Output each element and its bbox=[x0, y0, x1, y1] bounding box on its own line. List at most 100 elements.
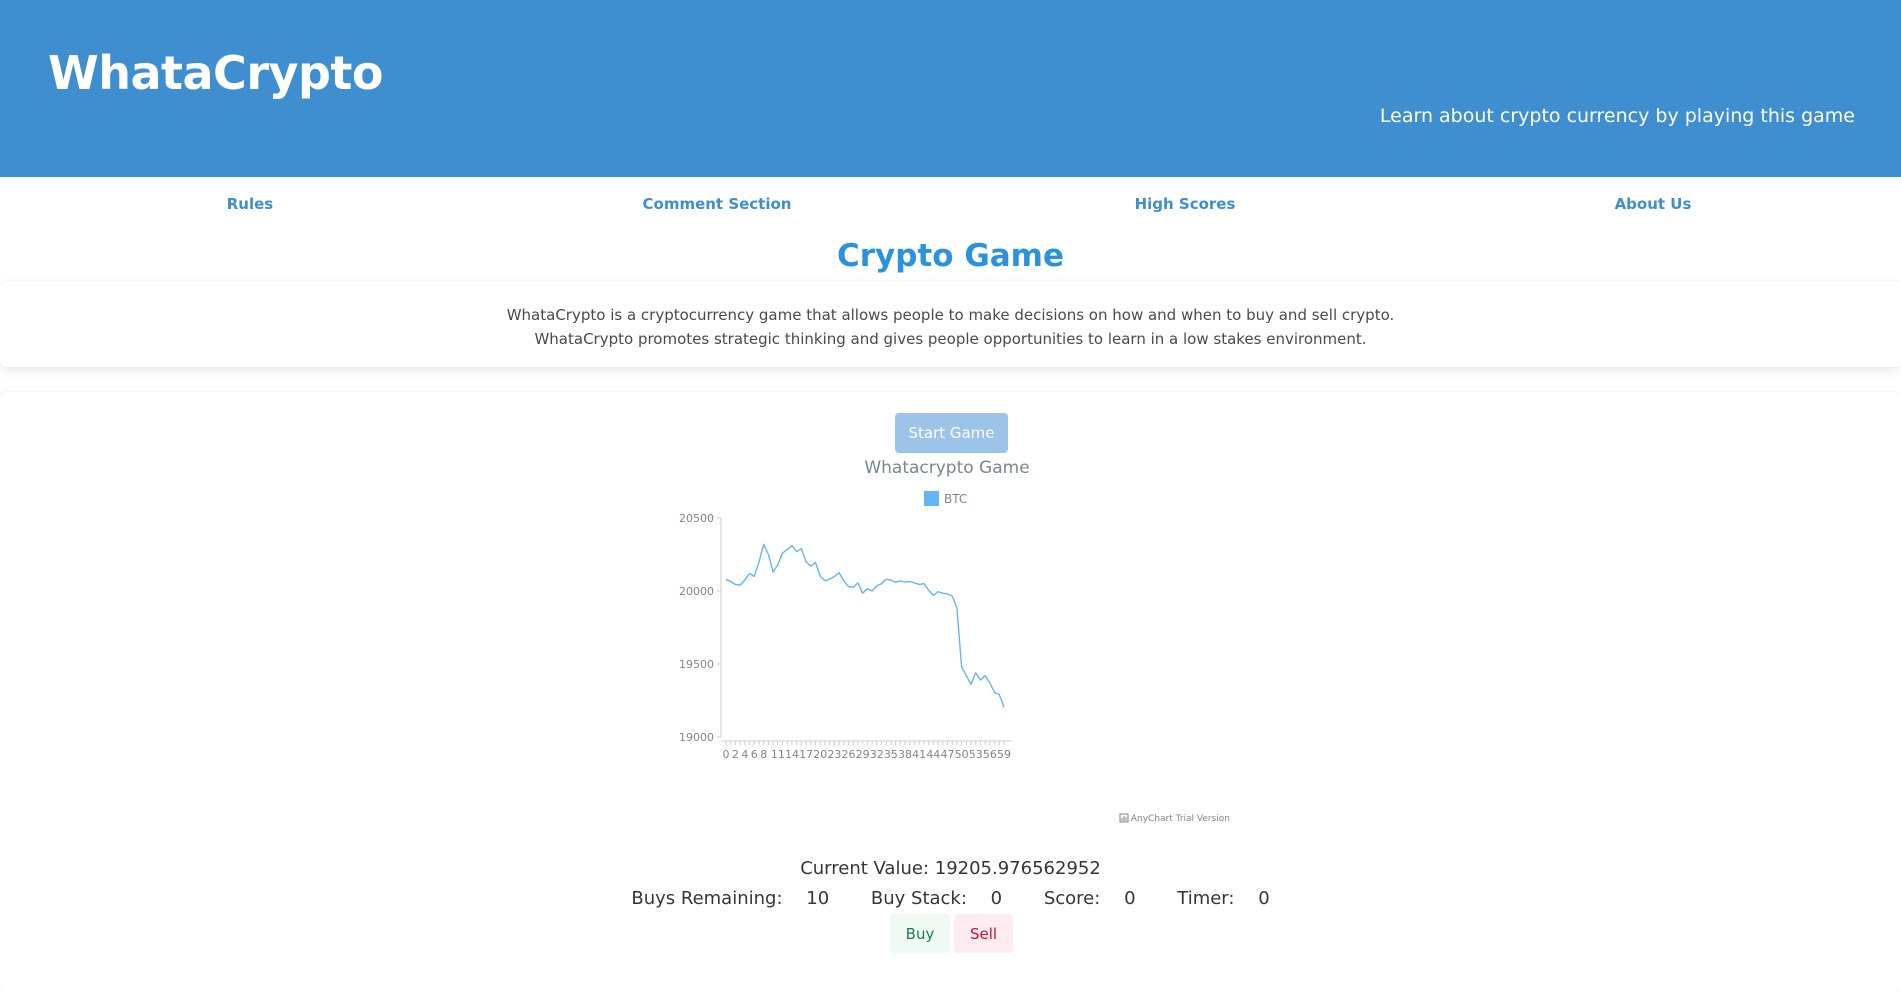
data-point bbox=[777, 564, 779, 566]
nav-link-high-scores[interactable]: High Scores bbox=[1035, 195, 1335, 213]
buy-stack-label: Buy Stack: bbox=[870, 888, 967, 909]
data-point bbox=[975, 672, 977, 674]
data-point bbox=[994, 692, 996, 694]
data-point bbox=[895, 581, 897, 583]
data-point bbox=[900, 580, 902, 582]
nav-link-rules[interactable]: Rules bbox=[100, 195, 400, 213]
series-line-btc bbox=[725, 543, 1005, 708]
data-point bbox=[989, 682, 991, 684]
sell-button[interactable]: Sell bbox=[954, 914, 1013, 953]
timer-label: Timer: bbox=[1177, 888, 1235, 909]
chart-title: Whatacrypto Game bbox=[864, 458, 1029, 478]
site-header: WhataCrypto Learn about crypto currency … bbox=[0, 0, 1901, 177]
legend-label-btc: BTC bbox=[944, 492, 967, 506]
data-point bbox=[753, 576, 755, 578]
timer-stat: Timer: 0 bbox=[1168, 888, 1278, 909]
x-tick-label: 56 bbox=[983, 748, 997, 761]
data-point bbox=[749, 573, 751, 575]
x-tick-label: 32 bbox=[870, 748, 884, 761]
data-point bbox=[998, 694, 1000, 696]
buy-stack-stat: Buy Stack: 0 bbox=[862, 888, 1011, 909]
data-point bbox=[914, 582, 916, 584]
data-point bbox=[918, 584, 920, 586]
data-point bbox=[984, 675, 986, 677]
data-point bbox=[923, 583, 925, 585]
data-point bbox=[796, 551, 798, 553]
data-point bbox=[980, 679, 982, 681]
buys-remaining-stat: Buys Remaining: 10 bbox=[622, 888, 838, 909]
data-point bbox=[838, 572, 840, 574]
anychart-logo-icon bbox=[1119, 813, 1129, 823]
y-tick-label: 20500 bbox=[679, 512, 714, 525]
x-tick-label: 29 bbox=[856, 748, 870, 761]
x-tick-label: 47 bbox=[940, 748, 954, 761]
data-point bbox=[772, 571, 774, 573]
data-point bbox=[739, 584, 741, 586]
price-chart: Whatacrypto Game BTC 1900019500200002050… bbox=[679, 458, 1230, 824]
x-tick-label: 4 bbox=[741, 748, 748, 761]
x-tick-label: 50 bbox=[955, 748, 969, 761]
data-point bbox=[876, 585, 878, 587]
x-tick-label: 53 bbox=[969, 748, 983, 761]
data-point bbox=[970, 684, 972, 686]
y-axis: 19000 19500 20000 20500 bbox=[679, 512, 722, 744]
data-point bbox=[852, 587, 854, 589]
y-tick-label: 19500 bbox=[679, 658, 714, 671]
main-nav: Rules Comment Section High Scores About … bbox=[0, 177, 1901, 235]
data-point bbox=[810, 565, 812, 567]
start-game-button[interactable]: Start Game bbox=[895, 413, 1008, 453]
data-point bbox=[786, 549, 788, 551]
data-point bbox=[735, 584, 737, 586]
score-label: Score: bbox=[1043, 888, 1101, 909]
data-point bbox=[834, 576, 836, 578]
current-value-readout: Current Value: 19205.976562952 bbox=[0, 858, 1901, 879]
data-point bbox=[966, 675, 968, 677]
data-point bbox=[947, 593, 949, 595]
nav-link-about-us[interactable]: About Us bbox=[1503, 195, 1803, 213]
nav-link-comment-section[interactable]: Comment Section bbox=[567, 195, 867, 213]
data-point bbox=[824, 580, 826, 582]
data-point bbox=[890, 579, 892, 581]
x-tick-label: 6 bbox=[751, 748, 758, 761]
data-point bbox=[862, 592, 864, 594]
current-value-label: Current Value: bbox=[800, 858, 930, 879]
data-point bbox=[942, 592, 944, 594]
data-point bbox=[791, 545, 793, 547]
data-point bbox=[819, 576, 821, 578]
data-point bbox=[725, 579, 727, 581]
data-point bbox=[1003, 706, 1005, 708]
chart-credit: AnyChart Trial Version bbox=[1131, 814, 1230, 824]
buys-remaining-value: 10 bbox=[806, 888, 830, 909]
game-stats: Buys Remaining: 10 Buy Stack: 0 Score: 0… bbox=[0, 888, 1901, 909]
data-point bbox=[801, 548, 803, 550]
timer-value: 0 bbox=[1258, 888, 1270, 909]
legend-swatch-btc bbox=[924, 491, 939, 506]
data-point bbox=[843, 580, 845, 582]
data-point bbox=[805, 561, 807, 563]
data-point bbox=[961, 666, 963, 668]
x-tick-label: 2 bbox=[732, 748, 739, 761]
x-tick-label: 14 bbox=[785, 748, 799, 761]
data-point bbox=[881, 583, 883, 585]
data-point bbox=[909, 581, 911, 583]
data-point bbox=[758, 561, 760, 563]
x-tick-label: 23 bbox=[827, 748, 841, 761]
x-tick-label: 8 bbox=[760, 748, 767, 761]
intro-line-1: WhataCrypto is a cryptocurrency game tha… bbox=[506, 306, 1395, 324]
score-value: 0 bbox=[1124, 888, 1136, 909]
data-point bbox=[848, 586, 850, 588]
x-axis: 0 2 4 6 8 11 14 17 20 23 26 29 32 35 38 41 44 47 50 53 56 59 bbox=[721, 740, 1012, 761]
x-tick-label: 35 bbox=[884, 748, 898, 761]
x-tick-label: 41 bbox=[912, 748, 926, 761]
buy-button[interactable]: Buy bbox=[890, 914, 950, 953]
x-tick-label: 20 bbox=[813, 748, 827, 761]
data-point bbox=[956, 607, 958, 609]
series-layer bbox=[725, 543, 1005, 708]
x-tick-label: 26 bbox=[842, 748, 856, 761]
site-brand: WhataCrypto bbox=[48, 46, 384, 100]
data-point bbox=[951, 595, 953, 597]
data-point bbox=[744, 579, 746, 581]
buys-remaining-label: Buys Remaining: bbox=[631, 888, 783, 909]
data-point bbox=[829, 579, 831, 581]
x-tick-label: 38 bbox=[898, 748, 912, 761]
